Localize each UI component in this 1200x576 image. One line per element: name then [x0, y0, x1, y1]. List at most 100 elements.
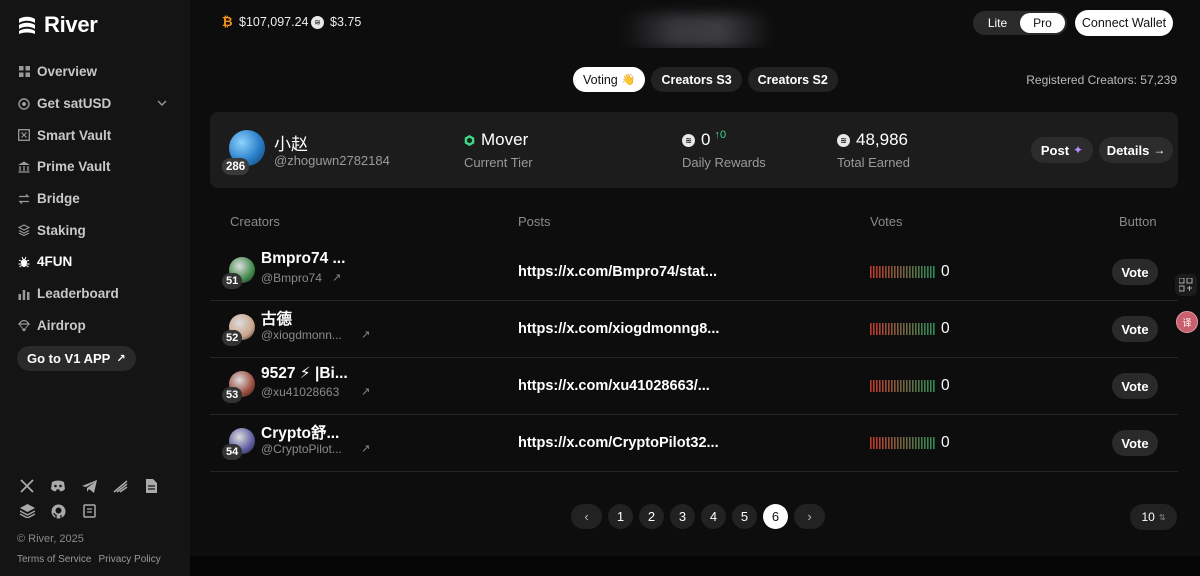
- creator-handle[interactable]: @xiogdmonn...: [261, 328, 342, 342]
- external-link-icon[interactable]: ↗: [361, 328, 370, 341]
- post-link[interactable]: https://x.com/CryptoPilot32...: [518, 435, 719, 451]
- details-button[interactable]: Details →: [1099, 137, 1173, 163]
- vote-meter-bar: [894, 380, 896, 392]
- sidebar-item-airdrop[interactable]: Airdrop: [0, 310, 190, 342]
- page-4-button[interactable]: 4: [701, 504, 726, 529]
- next-page-button[interactable]: ›: [794, 504, 825, 529]
- mode-toggle[interactable]: Lite Pro: [973, 11, 1067, 35]
- telegram-icon[interactable]: [80, 477, 98, 495]
- vote-meter-bar: [900, 266, 902, 278]
- post-link[interactable]: https://x.com/Bmpro74/stat...: [518, 264, 717, 280]
- docs-icon[interactable]: [142, 477, 160, 495]
- sidebar-item-label: Prime Vault: [37, 159, 111, 175]
- sidebar-item-bridge[interactable]: Bridge: [0, 183, 190, 215]
- stack-icon: [18, 224, 30, 237]
- apps-grid-icon[interactable]: [1175, 274, 1197, 296]
- mirror-icon[interactable]: [111, 477, 129, 495]
- page-5-button[interactable]: 5: [732, 504, 757, 529]
- page-1-button[interactable]: 1: [608, 504, 633, 529]
- page-3-button[interactable]: 3: [670, 504, 695, 529]
- vote-meter-bar: [900, 323, 902, 335]
- layers-icon[interactable]: [18, 502, 36, 520]
- vote-meter-bar: [873, 437, 875, 449]
- vote-meter-bar: [909, 266, 911, 278]
- daily-rewards-label: Daily Rewards: [682, 155, 766, 170]
- sidebar-item-leaderboard[interactable]: Leaderboard: [0, 278, 190, 310]
- scroll-icon[interactable]: [80, 502, 98, 520]
- profile-name: 小赵: [274, 135, 308, 154]
- privacy-link[interactable]: Privacy Policy: [98, 554, 160, 565]
- vote-meter-bar: [918, 266, 920, 278]
- vote-button[interactable]: Vote: [1112, 430, 1158, 456]
- vote-meter-bar: [912, 266, 914, 278]
- github-icon[interactable]: [49, 502, 67, 520]
- external-link-icon[interactable]: ↗: [361, 442, 370, 455]
- vote-meter-bar: [933, 437, 935, 449]
- vote-meter-bar: [918, 437, 920, 449]
- vote-button[interactable]: Vote: [1112, 316, 1158, 342]
- creator-handle[interactable]: @CryptoPilot...: [261, 442, 342, 456]
- col-header-button: Button: [1119, 214, 1157, 229]
- logo[interactable]: River: [16, 12, 98, 38]
- vote-meter-bar: [876, 437, 878, 449]
- sidebar-item-4fun[interactable]: 4FUN: [0, 246, 190, 278]
- vote-meter-bar: [906, 437, 908, 449]
- vote-meter-bar: [906, 323, 908, 335]
- chevron-down-icon[interactable]: [156, 97, 168, 109]
- coin-icon: [18, 97, 30, 110]
- x-icon[interactable]: [18, 477, 36, 495]
- blurred-banner: [622, 14, 772, 48]
- terms-link[interactable]: Terms of Service: [17, 554, 91, 565]
- page-2-button[interactable]: 2: [639, 504, 664, 529]
- sidebar-item-get-satusd[interactable]: Get satUSD: [0, 88, 190, 120]
- creator-name[interactable]: Bmpro74 ...: [261, 250, 345, 268]
- creator-handle[interactable]: @Bmpro74: [261, 271, 322, 285]
- vote-meter-bar: [924, 323, 926, 335]
- river-coin-icon: ≋: [837, 133, 850, 147]
- discord-icon[interactable]: [49, 477, 67, 495]
- details-label: Details: [1106, 142, 1150, 158]
- footer-strip: [190, 556, 1200, 576]
- page-size-select[interactable]: 10 ⇅: [1130, 504, 1177, 530]
- creator-name[interactable]: Crypto舒...: [261, 421, 339, 443]
- page-6-button[interactable]: 6: [763, 504, 788, 529]
- go-to-v1-button[interactable]: Go to V1 APP ↗: [17, 346, 136, 371]
- tier-value: Mover: [481, 130, 529, 149]
- external-link-icon[interactable]: ↗: [361, 385, 370, 398]
- connect-wallet-button[interactable]: Connect Wallet: [1075, 10, 1173, 36]
- sidebar-item-overview[interactable]: Overview: [0, 56, 190, 88]
- creator-name[interactable]: 9527 ⚡ |Bi...: [261, 364, 348, 383]
- post-link[interactable]: https://x.com/xu41028663/...: [518, 378, 710, 394]
- sidebar-item-prime-vault[interactable]: Prime Vault: [0, 151, 190, 183]
- sidebar-item-label: Bridge: [37, 191, 80, 207]
- vote-meter-bar: [882, 266, 884, 278]
- vote-meter-bar: [930, 266, 932, 278]
- tab-creators-s2[interactable]: Creators S2: [747, 67, 838, 92]
- vote-meter-bar: [921, 437, 923, 449]
- prev-page-button[interactable]: ‹: [571, 504, 602, 529]
- sidebar-item-smart-vault[interactable]: Smart Vault: [0, 119, 190, 151]
- vote-button[interactable]: Vote: [1112, 259, 1158, 285]
- daily-delta: ↑0: [714, 129, 727, 141]
- external-link-icon[interactable]: ↗: [332, 271, 341, 284]
- tab-creators-s3[interactable]: Creators S3: [651, 67, 742, 92]
- tab-voting[interactable]: Voting 👋: [573, 67, 646, 92]
- mode-pro[interactable]: Pro: [1020, 13, 1065, 33]
- bar-chart-icon: [18, 288, 30, 300]
- vote-meter-bar: [870, 437, 872, 449]
- vote-button[interactable]: Vote: [1112, 373, 1158, 399]
- post-button[interactable]: Post ✦: [1031, 137, 1093, 163]
- vote-meter-bar: [894, 266, 896, 278]
- sidebar-item-staking[interactable]: Staking: [0, 214, 190, 246]
- mode-lite[interactable]: Lite: [975, 13, 1020, 33]
- creator-handle[interactable]: @xu41028663: [261, 385, 339, 399]
- creator-name[interactable]: 古德: [261, 307, 292, 329]
- vote-meter-bar: [924, 437, 926, 449]
- vote-meter-bar: [900, 380, 902, 392]
- vote-meter-bar: [885, 266, 887, 278]
- post-link[interactable]: https://x.com/xiogdmonng8...: [518, 321, 719, 337]
- vote-meter-bar: [870, 380, 872, 392]
- assistant-avatar-icon[interactable]: 译: [1176, 311, 1198, 333]
- vote-meter-bar: [873, 323, 875, 335]
- vote-meter-bar: [888, 380, 890, 392]
